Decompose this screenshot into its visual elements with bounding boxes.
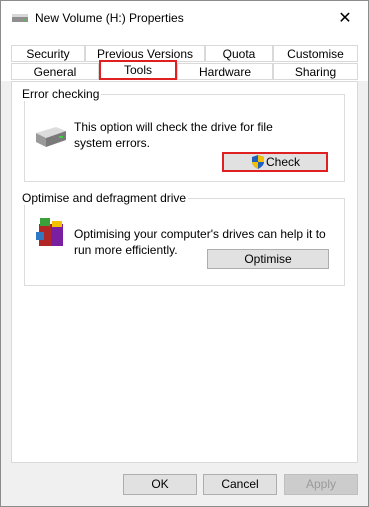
error-checking-description: This option will check the drive for fil… <box>74 120 273 150</box>
drive-icon <box>12 14 28 22</box>
drive-icon <box>36 127 66 147</box>
tab-security[interactable]: Security <box>11 45 85 62</box>
ok-button[interactable]: OK <box>123 474 197 495</box>
check-button-label: Check <box>266 155 301 169</box>
title-bar: New Volume (H:) Properties ✕ <box>1 1 368 35</box>
window-title: New Volume (H:) Properties <box>35 11 184 25</box>
optimise-button[interactable]: Optimise <box>207 249 329 269</box>
tab-tools[interactable]: Tools <box>99 60 177 80</box>
shield-icon <box>252 155 264 169</box>
tab-sharing[interactable]: Sharing <box>273 63 358 80</box>
cancel-button[interactable]: Cancel <box>203 474 277 495</box>
close-icon: ✕ <box>338 10 352 27</box>
tab-strip: Security Previous Versions Quota Customi… <box>1 35 368 81</box>
check-button[interactable]: Check <box>222 152 328 172</box>
close-button[interactable]: ✕ <box>322 1 368 35</box>
tab-hardware[interactable]: Hardware <box>177 63 273 80</box>
tab-general[interactable]: General <box>11 63 99 80</box>
defrag-icon <box>36 218 63 246</box>
tools-panel: Error checking This option will check th… <box>11 81 358 463</box>
error-checking-title: Error checking <box>20 87 102 101</box>
properties-window: New Volume (H:) Properties ✕ Security Pr… <box>0 0 369 507</box>
optimise-title: Optimise and defragment drive <box>20 191 189 205</box>
tab-quota[interactable]: Quota <box>205 45 273 62</box>
tab-customise[interactable]: Customise <box>273 45 358 62</box>
apply-button[interactable]: Apply <box>284 474 358 495</box>
